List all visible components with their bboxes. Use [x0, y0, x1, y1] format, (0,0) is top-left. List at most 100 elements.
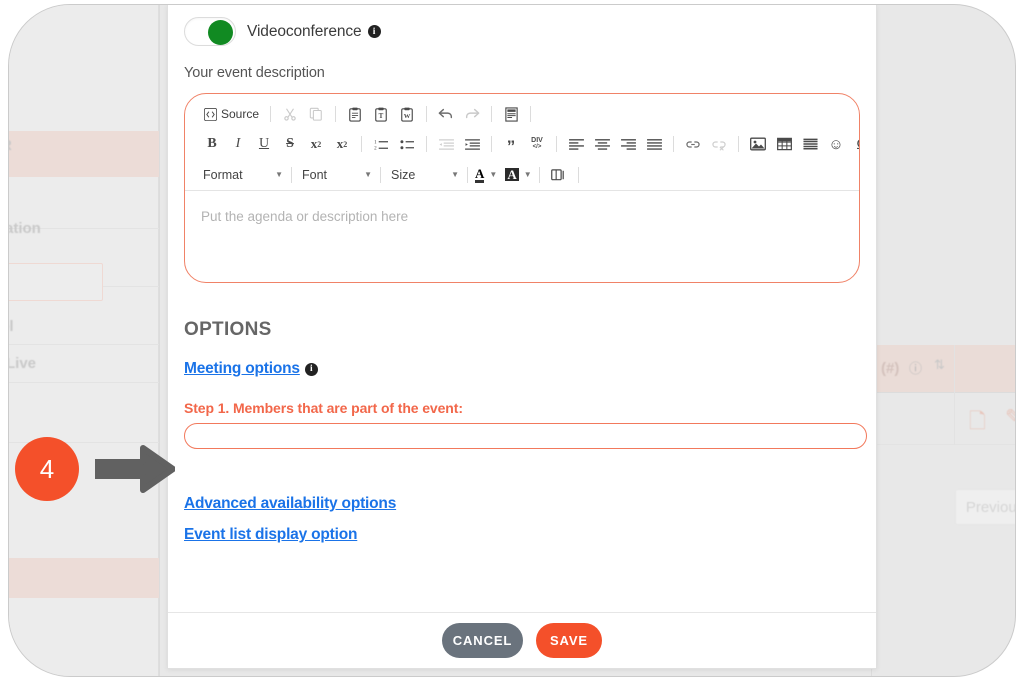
align-left-button[interactable] — [565, 133, 587, 155]
unlink-button[interactable] — [708, 133, 730, 155]
undo-button[interactable] — [435, 103, 457, 125]
info-icon: ⓘ — [909, 361, 923, 376]
background-row-highlight — [9, 131, 159, 177]
videoconference-label: Videoconference — [247, 22, 362, 40]
toggle-knob — [208, 20, 233, 45]
toolbar-separator — [467, 166, 468, 183]
event-list-display-option-link[interactable]: Event list display option — [184, 526, 860, 544]
background-color-button[interactable]: A ▼ — [505, 167, 532, 182]
info-icon[interactable]: i — [304, 362, 318, 376]
strikethrough-button[interactable]: S — [279, 133, 301, 155]
indent-button[interactable] — [461, 133, 483, 155]
copy-button[interactable] — [305, 103, 327, 125]
toolbar-separator — [291, 166, 292, 183]
toolbar-separator — [426, 136, 427, 152]
bold-button[interactable]: B — [201, 133, 223, 155]
cancel-button[interactable]: CANCEL — [442, 623, 523, 658]
step-arrow-icon — [95, 445, 175, 493]
templates-button[interactable] — [500, 103, 522, 125]
special-char-button[interactable]: Ω — [851, 133, 859, 155]
redo-button[interactable] — [461, 103, 483, 125]
blockquote-button[interactable]: ” — [500, 133, 522, 155]
event-modal: Videoconference i Your event description… — [167, 5, 877, 669]
paste-text-button[interactable]: T — [370, 103, 392, 125]
format-dropdown[interactable]: Format ▼ — [199, 164, 285, 186]
paste-button[interactable] — [344, 103, 366, 125]
font-dropdown-label: Font — [302, 167, 328, 182]
background-row-highlight — [9, 558, 159, 598]
background-row — [9, 383, 159, 443]
chevron-down-icon: ▼ — [275, 170, 283, 179]
toolbar-separator — [335, 106, 337, 122]
toolbar-separator — [380, 166, 381, 183]
sort-icon: ⇅ — [934, 357, 945, 372]
link-button[interactable] — [682, 133, 704, 155]
toolbar-separator — [361, 136, 362, 152]
step1-members-label: Step 1. Members that are part of the eve… — [184, 400, 463, 416]
chevron-down-icon: ▼ — [451, 170, 459, 179]
toolbar-separator — [577, 166, 579, 183]
smiley-icon[interactable]: ☺ — [825, 133, 847, 155]
editor-toolbar-row-2: B I U S x2 x2 12 ” DIV </> ☺ — [185, 129, 859, 159]
maximize-icon[interactable] — [548, 164, 570, 186]
editor-toolbar-row-3: Format ▼ Font ▼ Size ▼ A ▼ A ▼ — [185, 159, 859, 191]
font-dropdown[interactable]: Font ▼ — [298, 164, 374, 186]
image-button[interactable] — [747, 133, 769, 155]
source-button[interactable]: Source — [201, 103, 262, 125]
div-tag-glyph: </> — [532, 144, 542, 150]
rich-text-editor: Source T W B I U S x 2 x 2 1 2 ” DIV </>… — [184, 93, 860, 283]
background-text-fragment: & Live — [8, 355, 37, 372]
background-input — [9, 263, 103, 301]
source-button-label: Source — [221, 107, 260, 121]
background-text-fragment: Tool — [9, 318, 14, 335]
svg-text:T: T — [379, 112, 384, 120]
toolbar-separator — [270, 106, 272, 122]
toolbar-separator — [530, 106, 532, 122]
meeting-options-link[interactable]: Meeting options — [184, 360, 300, 378]
save-button[interactable]: SAVE — [536, 623, 602, 658]
align-center-button[interactable] — [591, 133, 613, 155]
background-text-fragment: onization — [8, 220, 41, 237]
text-color-button[interactable]: A ▼ — [475, 167, 497, 183]
align-right-button[interactable] — [617, 133, 639, 155]
modal-body: Videoconference i Your event description… — [168, 5, 876, 612]
members-input[interactable] — [184, 423, 867, 449]
advanced-availability-options-link[interactable]: Advanced availability options — [184, 495, 860, 513]
outdent-button[interactable] — [435, 133, 457, 155]
chevron-down-icon: ▼ — [523, 170, 532, 179]
underline-button[interactable]: U — [253, 133, 275, 155]
div-label: DIV — [531, 137, 543, 144]
toolbar-separator — [738, 136, 739, 152]
div-container-button[interactable]: DIV </> — [526, 133, 548, 155]
svg-text:W: W — [404, 113, 411, 120]
options-section-title: OPTIONS — [184, 319, 272, 340]
size-dropdown-label: Size — [391, 167, 416, 182]
background-color-label: A — [505, 167, 519, 182]
background-table-col-divider — [954, 345, 955, 445]
justify-button[interactable] — [643, 133, 665, 155]
horizontal-rule-button[interactable] — [799, 133, 821, 155]
table-button[interactable] — [773, 133, 795, 155]
superscript-button[interactable]: x2 — [331, 133, 353, 155]
edit-pencil-icon: ✎ — [1005, 405, 1015, 430]
cut-button[interactable] — [279, 103, 301, 125]
app-frame: R onization Tool & Live (#) ⓘ ⇅ 🗋 ✎ Prev… — [8, 4, 1016, 677]
toolbar-separator — [556, 136, 557, 152]
step-number-badge: 4 — [15, 437, 79, 501]
svg-text:1: 1 — [374, 139, 377, 145]
background-divider — [159, 5, 160, 676]
description-label: Your event description — [184, 65, 325, 81]
text-color-label: A — [475, 165, 485, 183]
toolbar-separator — [491, 106, 493, 122]
subscript-button[interactable]: x2 — [305, 133, 327, 155]
editor-toolbar-row-1: Source T W — [185, 99, 859, 129]
italic-button[interactable]: I — [227, 133, 249, 155]
numbered-list-button[interactable]: 12 — [370, 133, 392, 155]
info-icon[interactable]: i — [367, 25, 381, 38]
background-previous-button: Previous — [955, 489, 1015, 525]
videoconference-toggle[interactable] — [184, 17, 236, 46]
bulleted-list-button[interactable] — [396, 133, 418, 155]
editor-content-area[interactable]: Put the agenda or description here — [185, 191, 859, 281]
paste-word-button[interactable]: W — [396, 103, 418, 125]
size-dropdown[interactable]: Size ▼ — [387, 164, 461, 186]
